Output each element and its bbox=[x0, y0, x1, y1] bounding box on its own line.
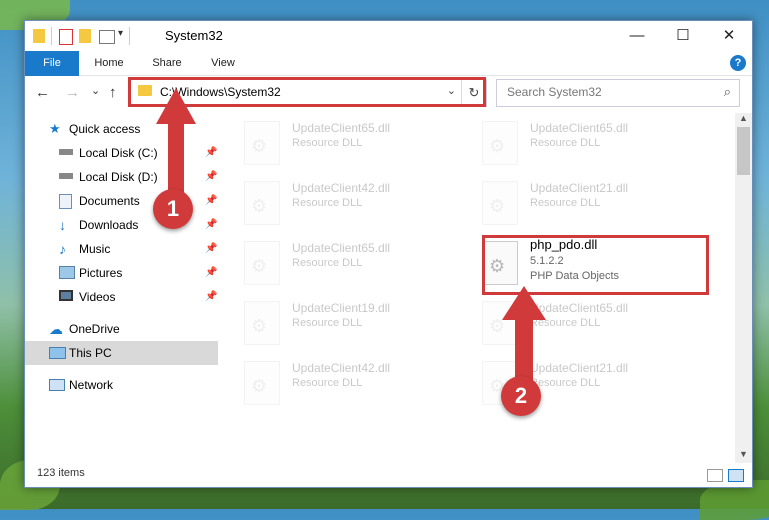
callout-1: 1 bbox=[153, 189, 193, 229]
annotation-arrows bbox=[156, 88, 546, 380]
arrow-2 bbox=[502, 286, 546, 380]
arrow-1 bbox=[156, 88, 196, 196]
callout-2: 2 bbox=[501, 376, 541, 416]
